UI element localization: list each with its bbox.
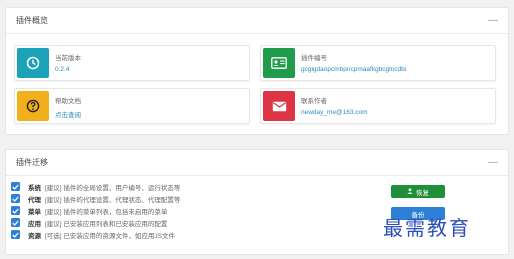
help-card: 帮助文档 点击查阅 bbox=[14, 88, 250, 124]
watermark-logo: 最需教育 bbox=[383, 216, 471, 240]
checkbox-proxy[interactable] bbox=[11, 194, 20, 203]
migration-title: 插件迁移 bbox=[16, 158, 48, 167]
migration-header: 插件迁移 — bbox=[6, 150, 508, 176]
restore-button[interactable]: 恢复 bbox=[391, 185, 445, 198]
migration-item-proxy: 代理 [建议] 插件的代理设置、代理状态、代理配置等 bbox=[11, 193, 180, 204]
item-name: 菜单 bbox=[28, 208, 41, 216]
check-icon bbox=[12, 208, 19, 214]
overview-title: 插件概览 bbox=[16, 16, 48, 25]
restore-label: 恢复 bbox=[416, 189, 429, 197]
contact-card: 联系作者 newday_me@163.com bbox=[260, 88, 496, 124]
migration-item-system: 系统 [建议] 插件的全局设置、用户编号、运行状态等 bbox=[11, 181, 180, 192]
plugin-id-label: 插件编号 bbox=[301, 55, 327, 62]
version-card: 当前版本 0.2.4 bbox=[14, 45, 250, 81]
contact-email[interactable]: newday_me@163.com bbox=[301, 109, 368, 116]
checkbox-system[interactable] bbox=[11, 182, 20, 191]
help-label: 帮助文档 bbox=[55, 98, 81, 105]
overview-header: 插件概览 — bbox=[6, 8, 508, 34]
migration-item-resource: 资源 [可选] 已安装应用的资源文件，如应用JS文件 bbox=[11, 229, 175, 240]
item-desc: [建议] 插件的全局设置、用户编号、运行状态等 bbox=[45, 184, 181, 192]
checkbox-menu[interactable] bbox=[11, 206, 20, 215]
migration-collapse-button[interactable]: — bbox=[488, 157, 498, 168]
help-link[interactable]: 点击查阅 bbox=[55, 109, 81, 119]
item-name: 应用 bbox=[28, 220, 41, 228]
version-value: 0.2.4 bbox=[55, 66, 70, 73]
contact-label: 联系作者 bbox=[301, 98, 327, 105]
id-card-icon bbox=[263, 48, 295, 78]
item-name: 系统 bbox=[28, 184, 41, 192]
plugin-id-card: 插件编号 gcgigdaopcmbpncpmaafkgbcglncdbi bbox=[260, 45, 496, 81]
item-name: 代理 bbox=[28, 196, 41, 204]
mail-icon bbox=[263, 91, 295, 121]
item-desc: [建议] 插件的代理设置、代理状态、代理配置等 bbox=[45, 196, 181, 204]
clock-icon bbox=[17, 48, 49, 78]
overview-collapse-button[interactable]: — bbox=[488, 15, 498, 26]
check-icon bbox=[12, 232, 19, 238]
checkbox-resource[interactable] bbox=[11, 230, 20, 239]
check-icon bbox=[12, 196, 19, 202]
user-icon bbox=[407, 187, 413, 196]
item-desc: [建议] 已安装应用列表和已安装应用的配置 bbox=[45, 220, 168, 228]
checkbox-app[interactable] bbox=[11, 218, 20, 227]
item-name: 资源 bbox=[28, 232, 41, 240]
question-icon bbox=[17, 91, 49, 121]
migration-item-menu: 菜单 [建议] 插件的菜单列表，包括未启用的菜单 bbox=[11, 205, 167, 216]
item-desc: [建议] 插件的菜单列表，包括未启用的菜单 bbox=[45, 208, 168, 216]
check-icon bbox=[12, 184, 19, 190]
migration-item-app: 应用 [建议] 已安装应用列表和已安装应用的配置 bbox=[11, 217, 167, 228]
plugin-id-value: gcgigdaopcmbpncpmaafkgbcglncdbi bbox=[301, 66, 407, 73]
check-icon bbox=[12, 220, 19, 226]
item-desc: [可选] 已安装应用的资源文件，如应用JS文件 bbox=[45, 232, 176, 240]
version-label: 当前版本 bbox=[55, 55, 81, 62]
